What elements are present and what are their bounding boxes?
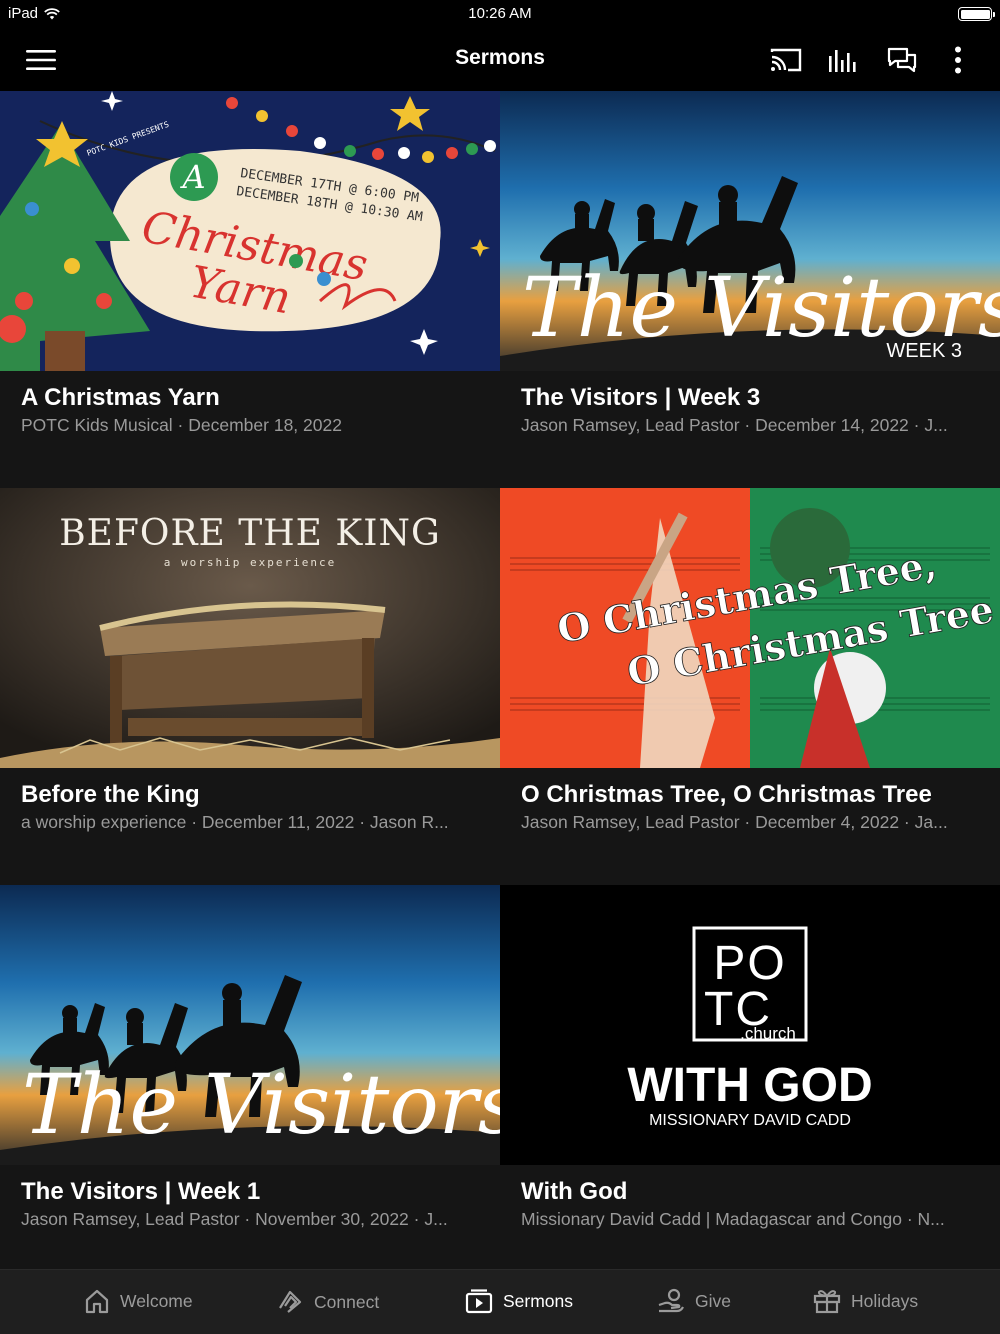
audio-bars-icon [829, 50, 856, 72]
sermon-subtitle: Missionary David Cadd | Madagascar and C… [521, 1209, 945, 1229]
tab-label: Give [695, 1290, 731, 1311]
sermons-icon [465, 1289, 493, 1314]
sermon-card[interactable]: POTC KIDS PRESENTS A DECEMBER 17TH @ 6:0… [0, 91, 500, 488]
sermon-thumbnail: The Visitors [0, 885, 500, 1165]
sermon-subtitle: Jason Ramsey, Lead Pastor · November 30,… [21, 1209, 448, 1229]
cast-button[interactable] [768, 42, 804, 78]
art-logo-3: .church [740, 1024, 796, 1043]
sermon-card[interactable]: The Visitors The Visitors | Week 1 Jason… [0, 885, 500, 1282]
status-time: 10:26 AM [468, 5, 532, 22]
art-script: The Visitors [22, 1058, 500, 1153]
tab-sermons[interactable]: Sermons [465, 1288, 573, 1314]
gift-icon [813, 1290, 841, 1314]
art-heading: BEFORE THE KING [59, 513, 441, 554]
sermon-title: The Visitors | Week 3 [521, 384, 761, 411]
sermon-thumbnail: O Christmas Tree, O Christmas Tree [500, 488, 1000, 768]
sermons-grid: POTC KIDS PRESENTS A DECEMBER 17TH @ 6:0… [0, 91, 1000, 1282]
audio-button[interactable] [826, 42, 862, 78]
home-icon [85, 1289, 109, 1314]
art-letter: A [179, 158, 205, 196]
tab-label: Connect [314, 1291, 380, 1312]
bottom-tab-bar: Welcome Connect Sermons Give Holidays [0, 1269, 1000, 1334]
sermon-thumbnail: PO TC .church WITH GOD MISSIONARY DAVID … [500, 885, 1000, 1165]
chat-icon [887, 47, 917, 73]
sermon-thumbnail: BEFORE THE KING a worship experience [0, 488, 500, 768]
sermon-subtitle: POTC Kids Musical · December 18, 2022 [21, 415, 342, 435]
art-tagline: a worship experience [164, 556, 336, 569]
sermon-card[interactable]: O Christmas Tree, O Christmas Tree O Chr… [500, 488, 1000, 885]
tab-label: Holidays [851, 1290, 919, 1311]
cast-icon [770, 48, 802, 72]
tab-label: Sermons [503, 1290, 574, 1311]
chat-button[interactable] [884, 42, 920, 78]
battery-icon [958, 7, 995, 21]
art-week: WEEK 3 [886, 340, 962, 362]
sermon-title: The Visitors | Week 1 [21, 1178, 261, 1205]
connect-icon [279, 1290, 302, 1313]
tab-give[interactable]: Give [657, 1288, 731, 1314]
tab-connect[interactable]: Connect [276, 1288, 379, 1316]
status-bar: iPad 10:26 AM [0, 0, 1000, 28]
art-heading: WITH GOD [627, 1059, 872, 1112]
sermon-subtitle: Jason Ramsey, Lead Pastor · December 4, … [521, 812, 948, 832]
more-vertical-icon [955, 46, 961, 74]
sermon-subtitle: Jason Ramsey, Lead Pastor · December 14,… [521, 415, 948, 435]
tab-holidays[interactable]: Holidays [813, 1288, 918, 1314]
sermon-title: Before the King [21, 781, 200, 808]
tab-label: Welcome [120, 1290, 193, 1311]
sermon-subtitle: a worship experience · December 11, 2022… [21, 812, 449, 832]
sermon-title: O Christmas Tree, O Christmas Tree [521, 781, 932, 808]
sermon-card[interactable]: The Visitors WEEK 3 The Visitors | Week … [500, 91, 1000, 488]
more-options-button[interactable] [940, 42, 976, 78]
sermon-thumbnail: The Visitors WEEK 3 [500, 91, 1000, 371]
tab-welcome[interactable]: Welcome [84, 1288, 193, 1314]
art-tagline: MISSIONARY DAVID CADD [649, 1112, 851, 1129]
sermon-title: A Christmas Yarn [21, 384, 220, 411]
sermon-title: With God [521, 1178, 628, 1205]
top-nav-bar: Sermons [0, 28, 1000, 91]
sermon-card[interactable]: PO TC .church WITH GOD MISSIONARY DAVID … [500, 885, 1000, 1282]
give-icon [658, 1288, 684, 1313]
sermon-thumbnail: POTC KIDS PRESENTS A DECEMBER 17TH @ 6:0… [0, 91, 500, 371]
sermon-card[interactable]: BEFORE THE KING a worship experience Bef… [0, 488, 500, 885]
